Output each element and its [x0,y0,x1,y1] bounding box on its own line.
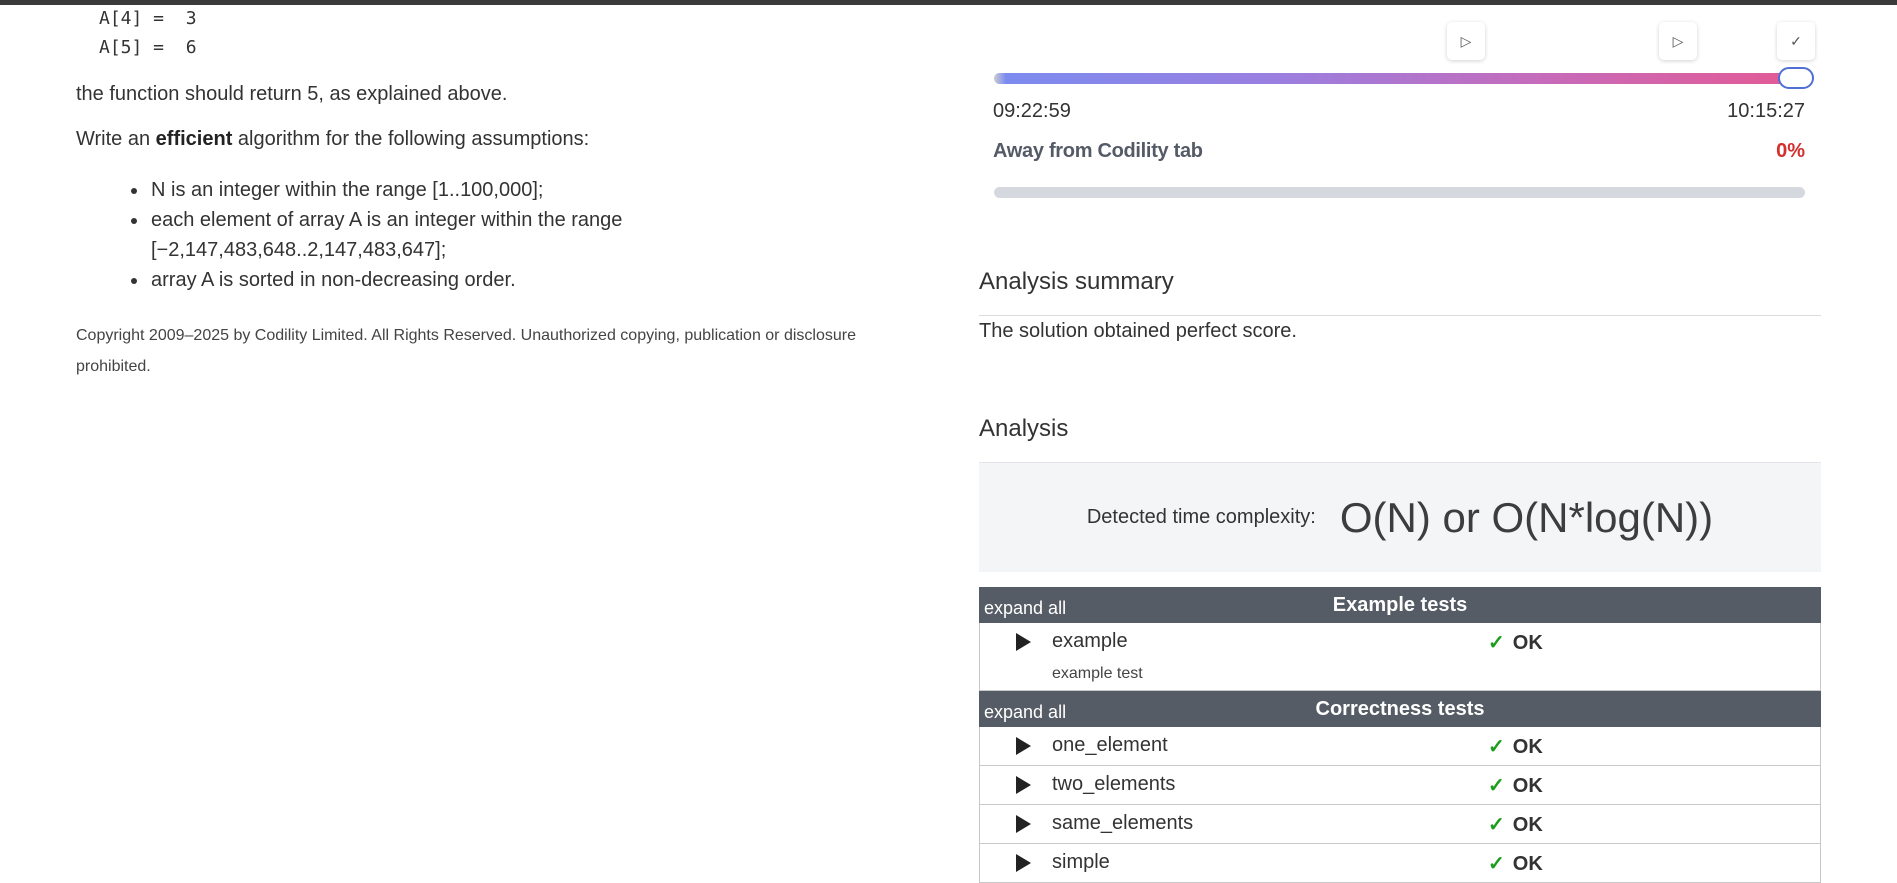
code-line: A[4] = 3 [99,8,197,29]
test-result: ✓ OK [1488,812,1543,837]
analysis-summary-heading: Analysis summary [979,268,1174,295]
list-item: array A is sorted in non-decreasing orde… [128,265,688,295]
test-result-label: OK [1512,853,1543,875]
timeline-marker-button[interactable]: ▷ [1659,22,1697,60]
timeline-end-time: 10:15:27 [1727,100,1805,122]
table-row[interactable]: one_element ✓ OK [979,727,1821,766]
check-icon: ✓ [1488,632,1505,654]
intro-prefix: Write an [76,128,156,150]
test-result: ✓ OK [1488,734,1543,759]
check-icon: ✓ [1488,736,1505,758]
assumptions-intro: Write an efficient algorithm for the fol… [76,128,589,151]
away-from-tab-bar [994,187,1805,198]
table-row[interactable]: two_elements ✓ OK [979,766,1821,805]
code-line: A[5] = 6 [99,37,197,58]
copyright-text: Copyright 2009–2025 by Codility Limited.… [76,327,856,375]
timeline-marker-button[interactable]: ✓ [1777,22,1815,60]
table-row[interactable]: simple ✓ OK [979,844,1821,883]
check-icon: ✓ [1488,814,1505,836]
page: A[4] = 3 A[5] = 6 the function should re… [0,0,1897,883]
expand-triangle-icon[interactable] [1016,854,1031,872]
test-result-label: OK [1512,775,1543,797]
intro-bold: efficient [155,128,233,150]
test-group-title: Example tests [1332,594,1468,616]
divider [979,315,1821,316]
timeline-marker-button[interactable]: ▷ [1447,22,1485,60]
expand-triangle-icon[interactable] [1016,776,1031,794]
test-result: ✓ OK [1488,773,1543,798]
test-result-label: OK [1512,814,1543,836]
check-icon: ✓ [1488,853,1505,875]
complexity-panel: Detected time complexity: O(N) or O(N*lo… [979,462,1821,572]
away-from-tab-label: Away from Codility tab [993,140,1203,162]
test-result-label: OK [1512,736,1543,758]
test-result: ✓ OK [1488,851,1543,876]
expand-triangle-icon[interactable] [1016,633,1031,651]
test-name: example [1052,630,1128,652]
test-result-label: OK [1512,632,1543,654]
check-icon: ✓ [1488,775,1505,797]
assumptions-list: N is an integer within the range [1..100… [128,175,688,295]
top-bar [0,0,1897,5]
test-description: example test [1052,665,1143,682]
table-row[interactable]: example example test ✓ OK [979,623,1821,691]
return-text: the function should return 5, as explain… [76,83,508,105]
test-group-header: expand all Example tests [979,587,1821,623]
intro-suffix: algorithm for the following assumptions: [232,128,590,150]
replay-timeline[interactable] [994,73,1797,84]
away-from-tab-value: 0% [1776,140,1805,162]
play-icon: ▷ [1672,32,1684,49]
test-name: simple [1052,851,1110,873]
test-name: one_element [1052,734,1168,756]
test-name: same_elements [1052,812,1194,834]
test-group-header: expand all Correctness tests [979,691,1821,727]
test-name: two_elements [1052,773,1176,795]
complexity-value: O(N) or O(N*log(N)) [1339,493,1714,541]
test-result: ✓ OK [1488,630,1543,655]
table-row[interactable]: same_elements ✓ OK [979,805,1821,844]
timeline-start-time: 09:22:59 [993,100,1071,122]
analysis-summary-text: The solution obtained perfect score. [979,320,1297,342]
play-icon: ▷ [1460,32,1472,49]
complexity-label: Detected time complexity: [1086,506,1316,528]
expand-triangle-icon[interactable] [1016,815,1031,833]
test-group-title: Correctness tests [1315,698,1485,720]
list-item: N is an integer within the range [1..100… [128,175,688,205]
list-item: each element of array A is an integer wi… [128,205,688,265]
check-icon: ✓ [1790,32,1802,49]
expand-triangle-icon[interactable] [1016,737,1031,755]
tests-table: expand all Example tests example example… [979,587,1821,883]
analysis-heading: Analysis [979,415,1069,442]
timeline-slider-handle[interactable] [1778,67,1814,89]
